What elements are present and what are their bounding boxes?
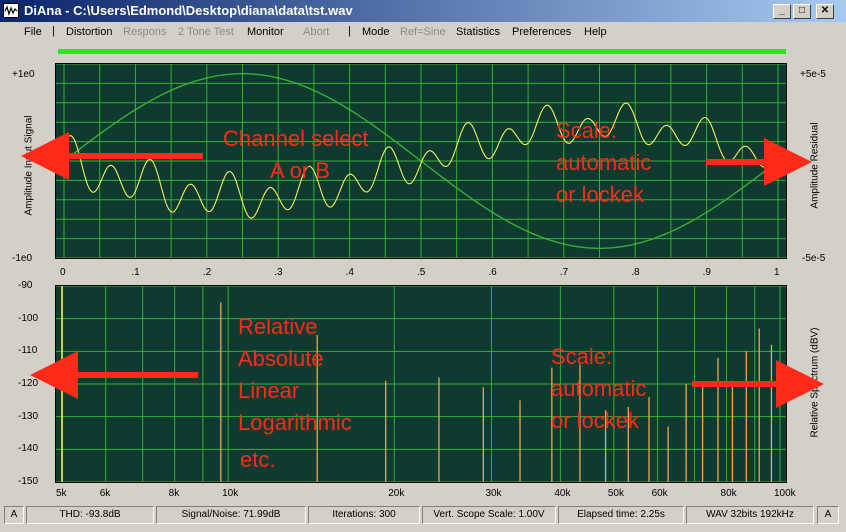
window-title: DiAna - C:\Users\Edmond\Desktop\diana\da… xyxy=(24,3,353,18)
reference-sine-point xyxy=(491,211,494,214)
scope-right-axis-label: Amplitude Residual xyxy=(809,122,821,209)
scope-chart xyxy=(56,63,786,259)
spectrum-y-tick: -150 xyxy=(18,476,39,487)
spectrum-right-axis-label: Relative Spectrum (dBV) xyxy=(809,327,821,438)
spectrum-plot[interactable] xyxy=(55,285,787,483)
menu-separator: | xyxy=(348,25,351,37)
menu-monitor[interactable]: Monitor xyxy=(247,26,284,38)
status-elapsed-time: Elapsed time: 2.25s xyxy=(558,506,684,524)
menu-abort[interactable]: Abort xyxy=(303,26,329,38)
scope-x-tick: 1 xyxy=(774,267,780,278)
maximize-button[interactable]: □ xyxy=(793,4,811,19)
reference-sine-point xyxy=(134,108,137,111)
reference-sine-point xyxy=(348,108,351,111)
reference-sine-point xyxy=(277,76,280,80)
reference-sine-point xyxy=(205,76,208,80)
menu-ref-sine[interactable]: Ref=Sine xyxy=(400,26,446,38)
spectrum-y-tick: -110 xyxy=(18,345,38,357)
menu-bar: File | Distortion Respons 2 Tone Test Mo… xyxy=(0,22,846,42)
waveform-icon xyxy=(4,5,18,17)
menu-help[interactable]: Help xyxy=(584,26,607,38)
reference-sine-point xyxy=(562,242,565,246)
menu-separator: | xyxy=(52,25,55,37)
minimize-button[interactable]: _ xyxy=(773,4,791,19)
scope-x-tick: 0 xyxy=(60,267,66,278)
scope-left-bottom-label: -1e0 xyxy=(12,253,33,264)
spectrum-y-tick: -140 xyxy=(18,443,39,455)
spectrum-x-tick: 60k xyxy=(651,488,668,499)
scope-x-tick: .1 xyxy=(131,267,140,278)
scope-x-tick: .8 xyxy=(631,267,640,278)
menu-mode[interactable]: Mode xyxy=(362,26,390,38)
spectrum-y-tick: -130 xyxy=(18,410,39,422)
spectrum-y-tick: -90 xyxy=(18,280,33,291)
spectrum-x-tick: 10k xyxy=(222,488,239,499)
scope-left-top-label: +1e0 xyxy=(12,69,35,80)
reference-sine-point xyxy=(62,159,66,163)
spectrum-x-tick: 20k xyxy=(388,488,405,499)
scope-x-tick: .4 xyxy=(345,267,354,278)
spectrum-x-tick: 50k xyxy=(607,488,624,499)
status-signal-noise: Signal/Noise: 71.99dB xyxy=(156,506,306,524)
spectrum-x-tick: 100k xyxy=(774,488,796,499)
spectrum-chart xyxy=(56,285,786,483)
scope-right-top-label: +5e-5 xyxy=(800,69,826,80)
menu-statistics[interactable]: Statistics xyxy=(456,26,500,38)
spectrum-x-tick: 80k xyxy=(720,488,737,499)
spectrum-x-tick: 8k xyxy=(168,488,180,499)
spectrum-x-tick: 5k xyxy=(56,488,67,499)
scope-right-bottom-label: -5e-5 xyxy=(802,253,826,264)
scope-x-tick: .3 xyxy=(274,267,283,278)
scope-x-tick: .2 xyxy=(202,267,212,278)
menu-respons[interactable]: Respons xyxy=(123,26,166,38)
scope-plot[interactable] xyxy=(55,63,787,259)
menu-preferences[interactable]: Preferences xyxy=(512,26,571,38)
scope-x-tick: .7 xyxy=(559,267,569,278)
menu-file[interactable]: File xyxy=(24,26,42,38)
app-icon[interactable] xyxy=(3,3,19,18)
spectrum-y-tick: -120 xyxy=(18,378,39,389)
status-channel-right: A xyxy=(817,506,839,524)
scope-x-tick: .9 xyxy=(702,267,711,278)
scope-x-tick: .6 xyxy=(488,267,497,278)
scope-x-tick: .5 xyxy=(417,267,426,278)
spectrum-x-tick: 40k xyxy=(554,488,571,499)
status-vert-scope-scale: Vert. Scope Scale: 1.00V xyxy=(422,506,556,524)
scope-left-axis-label: Amplitude Input Signal xyxy=(23,115,35,216)
close-button[interactable]: ✕ xyxy=(816,4,834,19)
spectrum-x-tick: 30k xyxy=(485,488,502,499)
menu-distortion[interactable]: Distortion xyxy=(66,26,112,38)
status-format: WAV 32bits 192kHz xyxy=(686,506,814,524)
progress-bar xyxy=(58,49,786,54)
status-channel-left: A xyxy=(4,506,24,524)
reference-sine-point xyxy=(705,211,708,214)
spectrum-x-tick: 6k xyxy=(99,488,111,499)
status-iterations: Iterations: 300 xyxy=(308,506,420,524)
status-thd: THD: -93.8dB xyxy=(26,506,154,524)
status-bar: A THD: -93.8dB Signal/Noise: 71.99dB Ite… xyxy=(0,504,846,532)
spectrum-y-tick: -100 xyxy=(18,312,39,324)
menu-two-tone-test[interactable]: 2 Tone Test xyxy=(178,26,234,38)
reference-sine-point xyxy=(776,159,780,163)
title-bar[interactable]: DiAna - C:\Users\Edmond\Desktop\diana\da… xyxy=(0,0,846,22)
reference-sine-point xyxy=(634,242,637,246)
